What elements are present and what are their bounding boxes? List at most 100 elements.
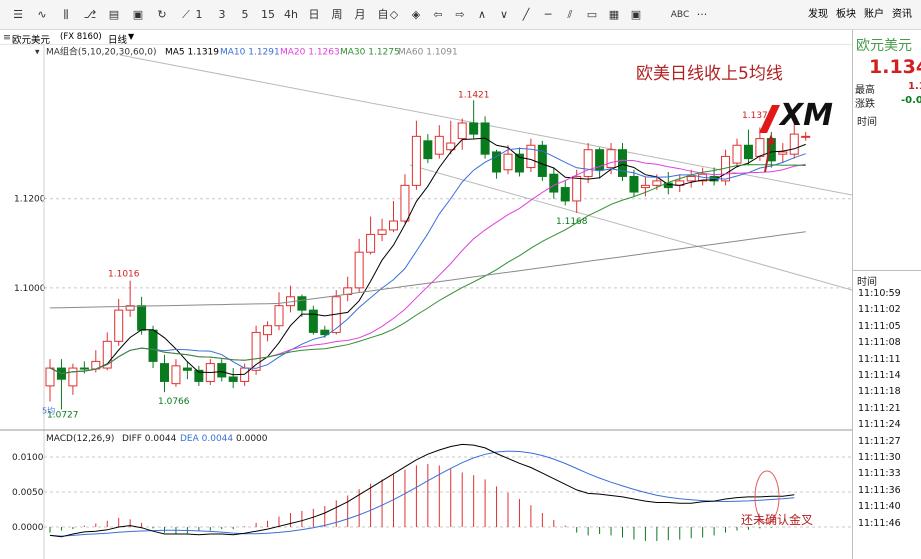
side-tick-time: 11:11:33	[858, 468, 901, 480]
candle-body	[743, 144, 753, 160]
macd-value-label: 0.0000	[236, 434, 268, 444]
macd-axis-label-1: 0.0050	[12, 488, 44, 498]
candle-body	[274, 305, 284, 327]
channel-icon[interactable]: ▦	[606, 7, 622, 23]
candle-body	[217, 363, 227, 378]
price-label-1016: 1.1016	[108, 270, 140, 280]
candle-body	[68, 367, 78, 387]
candle-body	[606, 149, 616, 169]
candle-body	[778, 151, 788, 155]
arrow-left-icon[interactable]: ⇦	[430, 7, 446, 23]
side-tick-time: 11:11:27	[858, 435, 901, 447]
candle-body	[732, 144, 742, 164]
line-chart-icon[interactable]: ∿	[34, 7, 50, 23]
nav-link-1[interactable]: 板块	[836, 7, 856, 23]
fibonacci-icon[interactable]: ▭	[584, 7, 600, 23]
candle-body	[789, 133, 799, 155]
period-3[interactable]: 15	[259, 7, 277, 23]
side-tick-time: 11:11:21	[858, 402, 901, 414]
period-1[interactable]: 3	[213, 7, 231, 23]
candle-body	[503, 153, 513, 171]
ma30-label: MA30 1.1275	[340, 48, 400, 58]
parallel-line-icon[interactable]: ⫽	[562, 7, 578, 23]
candle-body	[618, 149, 627, 177]
xm-logo: XM	[778, 98, 833, 133]
macd-label: MACD(12,26,9)	[46, 434, 114, 444]
candle-body	[160, 363, 169, 382]
candle-body	[686, 175, 696, 182]
side-tick-time: 11:11:30	[858, 452, 901, 463]
period-selector[interactable]: 日线	[108, 32, 127, 46]
ma20-label: MA20 1.1263	[280, 48, 340, 58]
candle-body	[45, 367, 55, 387]
macd-diff-label: DIFF 0.0044	[122, 434, 177, 444]
side-change-label: 涨跌	[855, 99, 875, 110]
nav-link-3[interactable]: 资讯	[892, 7, 912, 23]
price-label-0766: 1.0766	[158, 397, 190, 407]
side-tick-time: 11:10:59	[858, 288, 901, 299]
price-axis-label-1: 1.1000	[14, 284, 46, 294]
period-0[interactable]: 1	[190, 7, 208, 23]
side-time-header: 时间	[857, 117, 877, 128]
candle-body	[297, 296, 307, 311]
collapse-icon[interactable]: ≡	[3, 32, 11, 43]
trend-line-icon[interactable]: ╱	[518, 7, 534, 23]
side-tick-time: 11:11:40	[858, 501, 901, 513]
annotation-title: 欧美日线收上5均线	[636, 64, 783, 84]
candle-body	[182, 367, 192, 371]
ma60-label: MA60 1.1091	[398, 48, 458, 58]
symbol-label: 欧元美元	[12, 35, 51, 46]
nav-link-0[interactable]: 发现	[808, 7, 828, 23]
period-6[interactable]: 周	[328, 7, 346, 23]
box-icon[interactable]: ▣	[628, 7, 644, 23]
indicator-icon[interactable]: ⎇	[82, 7, 98, 23]
side-tick-time: 11:11:05	[858, 320, 901, 332]
period-5[interactable]: 日	[305, 7, 323, 23]
candle-body	[171, 365, 181, 385]
side-panel: 欧元美元1.134最高1.1涨跌-0.0时间时间11:10:5911:11:02…	[852, 30, 921, 559]
macd-dea-label: DEA 0.0044	[180, 434, 233, 444]
zoom-in-icon[interactable]: ∧	[474, 7, 490, 23]
candle-body	[469, 122, 479, 135]
zoom-out-icon[interactable]: ∨	[496, 7, 512, 23]
candle-body	[308, 309, 318, 333]
shrink-icon[interactable]: ◇	[386, 7, 402, 23]
candle-body	[755, 138, 765, 157]
text-tool-button[interactable]: ABC	[670, 7, 690, 23]
chevron-down-icon[interactable]: ▼	[128, 32, 134, 41]
partial-label: 5均	[42, 406, 55, 416]
candlestick-icon[interactable]: ⫼	[58, 7, 74, 23]
chart-canvas[interactable]: MA组合(5,10,20,30,60,0) MA5 1.1319 MA10 1.12…	[0, 45, 852, 559]
save-icon[interactable]: ▣	[130, 7, 146, 23]
ma10-label: MA10 1.1291	[220, 48, 280, 58]
side-high-value: 1.1	[908, 81, 921, 92]
expand-icon[interactable]: ◈	[408, 7, 424, 23]
candle-body	[148, 329, 158, 362]
macd-annotation: 还未确认金叉	[741, 512, 813, 527]
diff-line	[49, 443, 795, 538]
ma5-line	[49, 137, 806, 376]
side-tick-time: 11:11:08	[858, 337, 901, 349]
side-tick-time: 11:11:46	[858, 517, 901, 529]
candle-body	[354, 251, 364, 289]
period-2[interactable]: 5	[236, 7, 254, 23]
macd-axis-label-0: 0.0100	[12, 453, 44, 463]
candle-body	[629, 175, 639, 193]
side-tick-time: 11:11:36	[858, 484, 901, 496]
side-tick-time: 11:11:02	[858, 304, 901, 316]
side-divider	[853, 270, 921, 271]
period-7[interactable]: 月	[351, 7, 369, 23]
refresh-icon[interactable]: ↻	[154, 7, 170, 23]
arrow-right-icon[interactable]: ⇨	[452, 7, 468, 23]
candle-body	[377, 229, 387, 235]
period-4[interactable]: 4h	[282, 7, 300, 23]
candle-body	[366, 233, 376, 253]
candle-body	[583, 149, 593, 177]
horizontal-line-icon[interactable]: ─	[540, 7, 556, 23]
more-icon[interactable]: ···	[694, 7, 710, 23]
menu-icon[interactable]: ☰	[10, 7, 26, 23]
candle-body	[560, 187, 570, 202]
layout-icon[interactable]: ▤	[106, 7, 122, 23]
nav-link-2[interactable]: 账户	[864, 7, 884, 23]
toolbar: ☰ ∿ ⫼ ⎇ ▤ ▣ ↻ ⟋ 1 3 5 15 4h 日周月自 ◇ ◈ ⇦ ⇨ ∧ ∨ ╱ ─ ⫽ ▭ ▦ ▣ ABC ··· 发现板…	[0, 0, 921, 30]
